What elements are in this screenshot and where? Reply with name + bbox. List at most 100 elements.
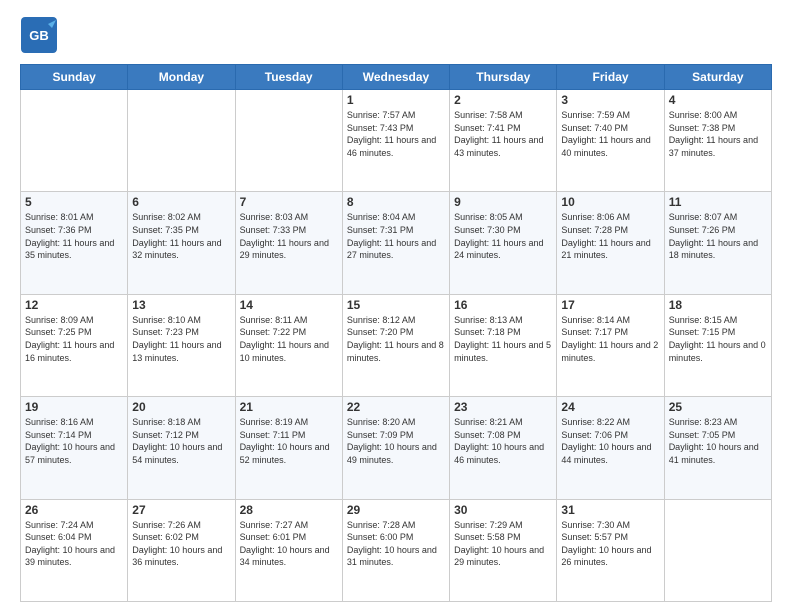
day-number: 2: [454, 93, 552, 107]
header-tuesday: Tuesday: [235, 65, 342, 90]
header-saturday: Saturday: [664, 65, 771, 90]
day-info: Sunrise: 7:30 AMSunset: 5:57 PMDaylight:…: [561, 519, 659, 569]
day-number: 24: [561, 400, 659, 414]
day-info: Sunrise: 8:07 AMSunset: 7:26 PMDaylight:…: [669, 211, 767, 261]
day-number: 27: [132, 503, 230, 517]
day-number: 10: [561, 195, 659, 209]
day-number: 23: [454, 400, 552, 414]
table-cell: 14Sunrise: 8:11 AMSunset: 7:22 PMDayligh…: [235, 294, 342, 396]
table-cell: 4Sunrise: 8:00 AMSunset: 7:38 PMDaylight…: [664, 90, 771, 192]
day-info: Sunrise: 8:19 AMSunset: 7:11 PMDaylight:…: [240, 416, 338, 466]
day-number: 9: [454, 195, 552, 209]
table-cell: 5Sunrise: 8:01 AMSunset: 7:36 PMDaylight…: [21, 192, 128, 294]
day-number: 18: [669, 298, 767, 312]
day-info: Sunrise: 8:18 AMSunset: 7:12 PMDaylight:…: [132, 416, 230, 466]
day-number: 29: [347, 503, 445, 517]
table-cell: 24 Sunrise: 8:22 AMSunset: 7:06 PMDayligh…: [557, 397, 664, 499]
table-cell: 7Sunrise: 8:03 AMSunset: 7:33 PMDaylight…: [235, 192, 342, 294]
calendar-week-row: 5Sunrise: 8:01 AMSunset: 7:36 PMDaylight…: [21, 192, 772, 294]
logo: GB: [20, 16, 60, 54]
table-cell: 25Sunrise: 8:23 AMSunset: 7:05 PMDayligh…: [664, 397, 771, 499]
day-info: Sunrise: 7:29 AMSunset: 5:58 PMDaylight:…: [454, 519, 552, 569]
table-cell: 18Sunrise: 8:15 AMSunset: 7:15 PMDayligh…: [664, 294, 771, 396]
svg-text:GB: GB: [29, 28, 49, 43]
day-number: 12: [25, 298, 123, 312]
table-cell: 27 Sunrise: 7:26 AMSunset: 6:02 PMDayligh…: [128, 499, 235, 601]
table-cell: 21Sunrise: 8:19 AMSunset: 7:11 PMDayligh…: [235, 397, 342, 499]
table-cell: 2 Sunrise: 7:58 AMSunset: 7:41 PMDaylight…: [450, 90, 557, 192]
day-number: 22: [347, 400, 445, 414]
page: GB Sunday Monday Tuesday Wednesday Thurs…: [0, 0, 792, 612]
day-info: Sunrise: 7:28 AMSunset: 6:00 PMDaylight:…: [347, 519, 445, 569]
table-cell: 31Sunrise: 7:30 AMSunset: 5:57 PMDayligh…: [557, 499, 664, 601]
day-number: 5: [25, 195, 123, 209]
day-number: 16: [454, 298, 552, 312]
day-number: 28: [240, 503, 338, 517]
day-info: Sunrise: 7:26 AMSunset: 6:02 PMDaylight:…: [132, 519, 230, 569]
day-info: Sunrise: 8:04 AMSunset: 7:31 PMDaylight:…: [347, 211, 445, 261]
calendar-week-row: 1Sunrise: 7:57 AMSunset: 7:43 PMDaylight…: [21, 90, 772, 192]
calendar-week-row: 19 Sunrise: 8:16 AMSunset: 7:14 PMDayligh…: [21, 397, 772, 499]
header-wednesday: Wednesday: [342, 65, 449, 90]
table-cell: 11 Sunrise: 8:07 AMSunset: 7:26 PMDayligh…: [664, 192, 771, 294]
day-number: 6: [132, 195, 230, 209]
day-info: Sunrise: 8:14 AMSunset: 7:17 PMDaylight:…: [561, 314, 659, 364]
table-cell: 16 Sunrise: 8:13 AMSunset: 7:18 PMDayligh…: [450, 294, 557, 396]
table-cell: 9 Sunrise: 8:05 AMSunset: 7:30 PMDaylight…: [450, 192, 557, 294]
table-cell: 3Sunrise: 7:59 AMSunset: 7:40 PMDaylight…: [557, 90, 664, 192]
day-number: 15: [347, 298, 445, 312]
day-info: Sunrise: 8:05 AMSunset: 7:30 PMDaylight:…: [454, 211, 552, 261]
table-cell: 29 Sunrise: 7:28 AMSunset: 6:00 PMDayligh…: [342, 499, 449, 601]
table-cell: [21, 90, 128, 192]
table-cell: 23Sunrise: 8:21 AMSunset: 7:08 PMDayligh…: [450, 397, 557, 499]
day-info: Sunrise: 8:13 AMSunset: 7:18 PMDaylight:…: [454, 314, 552, 364]
day-number: 30: [454, 503, 552, 517]
header-monday: Monday: [128, 65, 235, 90]
table-cell: 1Sunrise: 7:57 AMSunset: 7:43 PMDaylight…: [342, 90, 449, 192]
day-info: Sunrise: 8:16 AMSunset: 7:14 PMDaylight:…: [25, 416, 123, 466]
logo-icon: GB: [20, 16, 58, 54]
calendar-header-row: Sunday Monday Tuesday Wednesday Thursday…: [21, 65, 772, 90]
day-number: 3: [561, 93, 659, 107]
table-cell: 19 Sunrise: 8:16 AMSunset: 7:14 PMDayligh…: [21, 397, 128, 499]
day-info: Sunrise: 8:00 AMSunset: 7:38 PMDaylight:…: [669, 109, 767, 159]
day-info: Sunrise: 8:06 AMSunset: 7:28 PMDaylight:…: [561, 211, 659, 261]
day-number: 20: [132, 400, 230, 414]
day-info: Sunrise: 8:03 AMSunset: 7:33 PMDaylight:…: [240, 211, 338, 261]
calendar-week-row: 26 Sunrise: 7:24 AMSunset: 6:04 PMDayligh…: [21, 499, 772, 601]
table-cell: 30 Sunrise: 7:29 AMSunset: 5:58 PMDayligh…: [450, 499, 557, 601]
day-info: Sunrise: 8:11 AMSunset: 7:22 PMDaylight:…: [240, 314, 338, 364]
day-info: Sunrise: 7:57 AMSunset: 7:43 PMDaylight:…: [347, 109, 445, 159]
table-cell: [128, 90, 235, 192]
day-info: Sunrise: 7:24 AMSunset: 6:04 PMDaylight:…: [25, 519, 123, 569]
calendar-table: Sunday Monday Tuesday Wednesday Thursday…: [20, 64, 772, 602]
table-cell: [664, 499, 771, 601]
header-thursday: Thursday: [450, 65, 557, 90]
table-cell: 20 Sunrise: 8:18 AMSunset: 7:12 PMDayligh…: [128, 397, 235, 499]
day-number: 25: [669, 400, 767, 414]
day-number: 19: [25, 400, 123, 414]
calendar-week-row: 12 Sunrise: 8:09 AMSunset: 7:25 PMDayligh…: [21, 294, 772, 396]
table-cell: 17Sunrise: 8:14 AMSunset: 7:17 PMDayligh…: [557, 294, 664, 396]
day-info: Sunrise: 8:09 AMSunset: 7:25 PMDaylight:…: [25, 314, 123, 364]
header-sunday: Sunday: [21, 65, 128, 90]
day-info: Sunrise: 7:58 AMSunset: 7:41 PMDaylight:…: [454, 109, 552, 159]
table-cell: 13 Sunrise: 8:10 AMSunset: 7:23 PMDayligh…: [128, 294, 235, 396]
day-info: Sunrise: 8:02 AMSunset: 7:35 PMDaylight:…: [132, 211, 230, 261]
day-number: 8: [347, 195, 445, 209]
table-cell: 12 Sunrise: 8:09 AMSunset: 7:25 PMDayligh…: [21, 294, 128, 396]
day-info: Sunrise: 8:22 AMSunset: 7:06 PMDaylight:…: [561, 416, 659, 466]
day-info: Sunrise: 8:10 AMSunset: 7:23 PMDaylight:…: [132, 314, 230, 364]
table-cell: 8 Sunrise: 8:04 AMSunset: 7:31 PMDaylight…: [342, 192, 449, 294]
day-info: Sunrise: 7:27 AMSunset: 6:01 PMDaylight:…: [240, 519, 338, 569]
table-cell: 10 Sunrise: 8:06 AMSunset: 7:28 PMDayligh…: [557, 192, 664, 294]
header: GB: [20, 16, 772, 54]
day-info: Sunrise: 8:12 AMSunset: 7:20 PMDaylight:…: [347, 314, 445, 364]
day-number: 11: [669, 195, 767, 209]
header-friday: Friday: [557, 65, 664, 90]
day-number: 13: [132, 298, 230, 312]
table-cell: 28 Sunrise: 7:27 AMSunset: 6:01 PMDayligh…: [235, 499, 342, 601]
day-number: 26: [25, 503, 123, 517]
table-cell: 26 Sunrise: 7:24 AMSunset: 6:04 PMDayligh…: [21, 499, 128, 601]
table-cell: 22Sunrise: 8:20 AMSunset: 7:09 PMDayligh…: [342, 397, 449, 499]
